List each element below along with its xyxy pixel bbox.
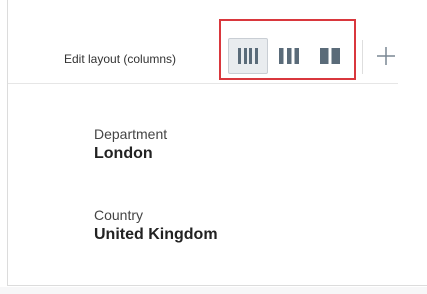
toolbar-divider bbox=[362, 40, 363, 74]
country-value: United Kingdom bbox=[94, 226, 218, 243]
four-columns-icon bbox=[238, 48, 258, 64]
add-button[interactable] bbox=[372, 42, 400, 70]
toolbar-bottom-divider bbox=[8, 83, 398, 84]
three-column-layout-button[interactable] bbox=[269, 38, 309, 74]
three-columns-icon bbox=[279, 48, 299, 64]
department-label: Department bbox=[94, 126, 168, 142]
country-field: Country United Kingdom bbox=[94, 207, 218, 244]
two-column-layout-button[interactable] bbox=[310, 38, 350, 74]
bottom-strip bbox=[0, 287, 427, 294]
layout-toolbar: Edit layout (columns) bbox=[8, 0, 427, 84]
department-value: London bbox=[94, 145, 153, 162]
plus-icon bbox=[377, 47, 395, 65]
two-columns-icon bbox=[320, 48, 340, 64]
edit-layout-label: Edit layout (columns) bbox=[64, 52, 177, 66]
department-field: Department London bbox=[94, 126, 167, 163]
four-column-layout-button[interactable] bbox=[228, 38, 268, 74]
country-label: Country bbox=[94, 207, 144, 223]
